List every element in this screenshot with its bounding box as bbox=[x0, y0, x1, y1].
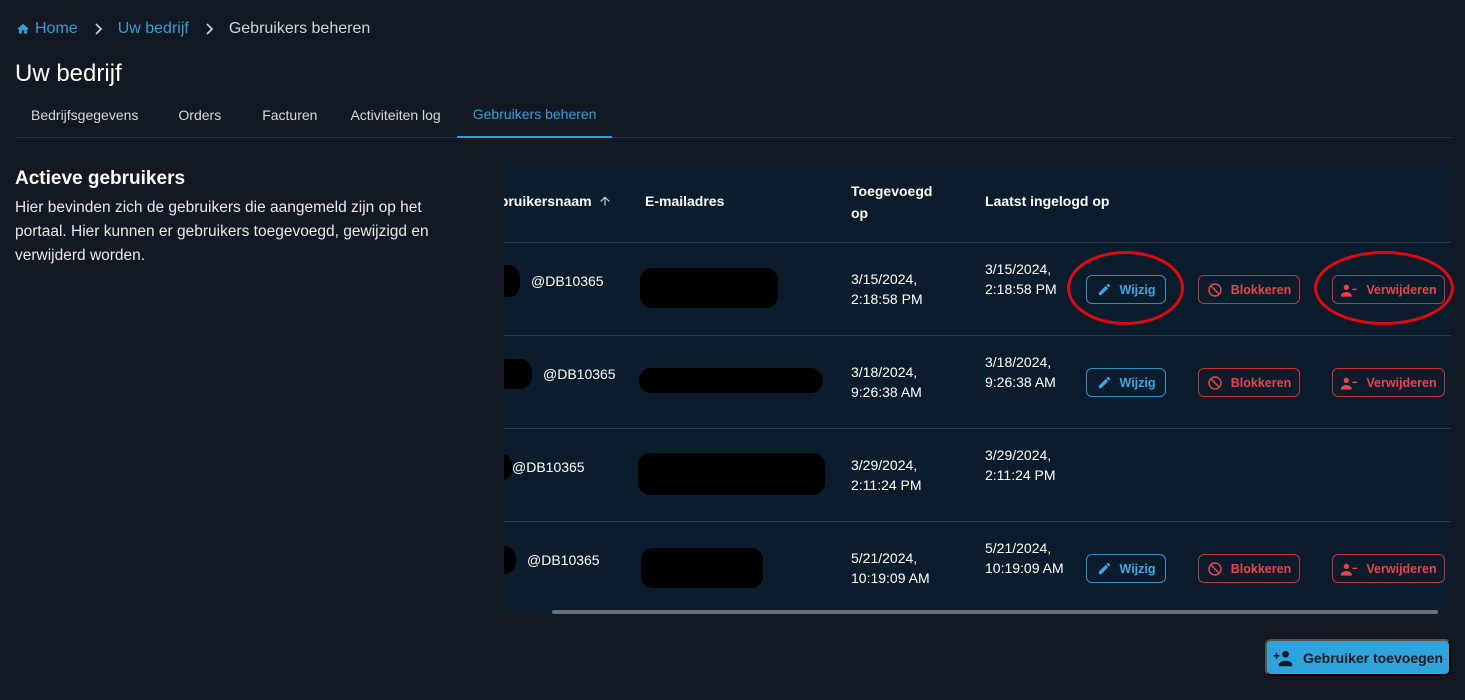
add-user-button[interactable]: Gebruiker toevoegen bbox=[1265, 639, 1451, 676]
delete-button[interactable]: Verwijderen bbox=[1332, 368, 1445, 397]
email-cell bbox=[638, 453, 825, 498]
added-cell: 5/21/2024, 10:19:09 AM bbox=[851, 550, 930, 586]
pencil-icon bbox=[1098, 562, 1110, 575]
edit-button[interactable]: Wijzig bbox=[1086, 554, 1166, 583]
table-header: ebruikersnaam E-mailadres Toegevoegd op … bbox=[504, 162, 1451, 243]
last-login-cell: 3/15/2024, 2:18:58 PM bbox=[985, 261, 1057, 297]
added-cell: 3/29/2024, 2:11:24 PM bbox=[851, 457, 922, 493]
redaction bbox=[504, 265, 520, 297]
tab-bedrijfsgegevens[interactable]: Bedrijfsgegevens bbox=[15, 92, 154, 137]
block-button[interactable]: Blokkeren bbox=[1198, 368, 1300, 397]
tab-activiteiten-log[interactable]: Activiteiten log bbox=[334, 92, 456, 137]
table-row: @DB10365 5/21/2024, 10:19:09 AM 5/21/202… bbox=[504, 522, 1451, 614]
last-login-cell: 3/18/2024, 9:26:38 AM bbox=[985, 354, 1056, 390]
redaction bbox=[641, 548, 763, 588]
tab-bar: Bedrijfsgegevens Orders Facturen Activit… bbox=[15, 92, 1451, 138]
block-button[interactable]: Blokkeren bbox=[1198, 275, 1300, 304]
header-email: E-mailadres bbox=[645, 193, 725, 209]
edit-button[interactable]: Wijzig bbox=[1086, 368, 1166, 397]
edit-button[interactable]: Wijzig bbox=[1086, 275, 1166, 304]
person-remove-icon bbox=[1341, 284, 1358, 297]
redaction bbox=[504, 546, 516, 574]
redaction bbox=[640, 268, 778, 308]
tab-gebruikers-beheren[interactable]: Gebruikers beheren bbox=[456, 92, 613, 138]
header-username[interactable]: ebruikersnaam bbox=[504, 193, 612, 209]
page-title: Uw bedrijf bbox=[15, 60, 122, 87]
chevron-right-icon bbox=[94, 23, 104, 35]
tab-orders[interactable]: Orders bbox=[154, 92, 245, 137]
pencil-icon bbox=[1098, 376, 1110, 389]
breadcrumb-current: Gebruikers beheren bbox=[228, 20, 371, 37]
last-login-cell: 3/29/2024, 2:11:24 PM bbox=[985, 447, 1056, 483]
breadcrumb-company[interactable]: Uw bedrijf bbox=[118, 20, 189, 38]
redaction bbox=[639, 368, 823, 393]
table-row: @DB10365 3/29/2024, 2:11:24 PM 3/29/2024… bbox=[504, 429, 1451, 522]
block-icon bbox=[1208, 375, 1222, 390]
added-cell: 3/18/2024, 9:26:38 AM bbox=[851, 364, 922, 400]
arrow-up-icon bbox=[599, 196, 610, 206]
email-cell bbox=[639, 368, 823, 396]
users-table: ebruikersnaam E-mailadres Toegevoegd op … bbox=[504, 162, 1451, 614]
person-remove-icon bbox=[1341, 563, 1358, 576]
header-last-login: Laatst ingelogd op bbox=[985, 193, 1110, 209]
header-added: Toegevoegd op bbox=[851, 183, 933, 221]
block-icon bbox=[1208, 561, 1222, 576]
breadcrumb-home[interactable]: Home bbox=[16, 20, 78, 38]
redaction bbox=[504, 359, 532, 389]
delete-button[interactable]: Verwijderen bbox=[1332, 275, 1445, 304]
breadcrumb-home-label: Home bbox=[35, 20, 78, 37]
email-cell bbox=[640, 268, 778, 311]
pencil-icon bbox=[1098, 283, 1110, 296]
redaction bbox=[504, 454, 512, 480]
tab-facturen[interactable]: Facturen bbox=[245, 92, 334, 137]
person-add-icon bbox=[1273, 650, 1293, 666]
last-login-cell: 5/21/2024, 10:19:09 AM bbox=[985, 540, 1064, 576]
block-button[interactable]: Blokkeren bbox=[1198, 554, 1300, 583]
table-row: @DB10365 3/15/2024, 2:18:58 PM 3/15/2024… bbox=[504, 243, 1451, 336]
email-cell bbox=[641, 548, 763, 591]
redaction bbox=[638, 453, 825, 495]
breadcrumb: Home Uw bedrijf Gebruikers beheren bbox=[16, 18, 370, 40]
delete-button[interactable]: Verwijderen bbox=[1332, 554, 1445, 583]
section-description: Hier bevinden zich de gebruikers die aan… bbox=[15, 199, 429, 264]
table-row: @DB10365 3/18/2024, 9:26:38 AM 3/18/2024… bbox=[504, 336, 1451, 429]
added-cell: 3/15/2024, 2:18:58 PM bbox=[851, 271, 923, 307]
person-remove-icon bbox=[1341, 377, 1358, 390]
block-icon bbox=[1208, 282, 1222, 297]
chevron-right-icon bbox=[205, 23, 215, 35]
section-title: Actieve gebruikers bbox=[15, 168, 186, 189]
horizontal-scrollbar[interactable] bbox=[552, 610, 1438, 614]
home-icon bbox=[17, 23, 29, 34]
